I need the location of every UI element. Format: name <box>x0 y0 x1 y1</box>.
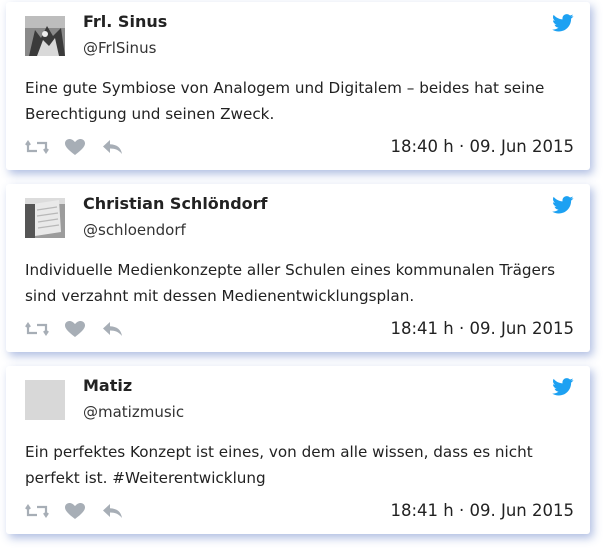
heart-icon[interactable] <box>63 320 87 338</box>
reply-icon[interactable] <box>101 502 125 520</box>
author-handle[interactable]: @FrlSinus <box>83 39 156 57</box>
author-name[interactable]: Matiz <box>83 376 132 395</box>
tweet-timestamp[interactable]: 18:41 h · 09. Jun 2015 <box>391 319 575 338</box>
author-name[interactable]: Christian Schlöndorf <box>83 194 267 213</box>
tweet-text: Eine gute Symbiose von Analogem und Digi… <box>25 79 545 123</box>
tweet-card[interactable]: Christian Schlöndorf @schloendorf Indivi… <box>6 184 590 352</box>
avatar[interactable] <box>25 380 65 420</box>
reply-icon[interactable] <box>101 138 125 156</box>
tweet-text: Ein perfektes Konzept ist eines, von dem… <box>25 443 533 487</box>
tweet-actions <box>25 502 125 520</box>
heart-icon[interactable] <box>63 502 87 520</box>
avatar[interactable] <box>25 16 65 56</box>
tweet-card[interactable]: Matiz @matizmusic Ein perfektes Konzept … <box>6 366 590 534</box>
twitter-bird-icon[interactable] <box>552 14 574 32</box>
tweet-timestamp[interactable]: 18:40 h · 09. Jun 2015 <box>391 137 575 156</box>
retweet-icon[interactable] <box>25 502 49 520</box>
avatar-image <box>25 16 65 56</box>
tweet-text: Individuelle Medienkonzepte aller Schule… <box>25 261 556 305</box>
retweet-icon[interactable] <box>25 320 49 338</box>
avatar-image <box>25 198 65 238</box>
retweet-icon[interactable] <box>25 138 49 156</box>
tweet-actions <box>25 320 125 338</box>
reply-icon[interactable] <box>101 320 125 338</box>
tweet-actions <box>25 138 125 156</box>
author-handle[interactable]: @schloendorf <box>83 221 186 239</box>
twitter-bird-icon[interactable] <box>552 378 574 396</box>
tweet-card[interactable]: Frl. Sinus @FrlSinus Eine gute Symbiose … <box>6 2 590 170</box>
twitter-bird-icon[interactable] <box>552 196 574 214</box>
author-name[interactable]: Frl. Sinus <box>83 12 167 31</box>
heart-icon[interactable] <box>63 138 87 156</box>
tweet-timestamp[interactable]: 18:41 h · 09. Jun 2015 <box>391 501 575 520</box>
author-handle[interactable]: @matizmusic <box>83 403 184 421</box>
avatar[interactable] <box>25 198 65 238</box>
